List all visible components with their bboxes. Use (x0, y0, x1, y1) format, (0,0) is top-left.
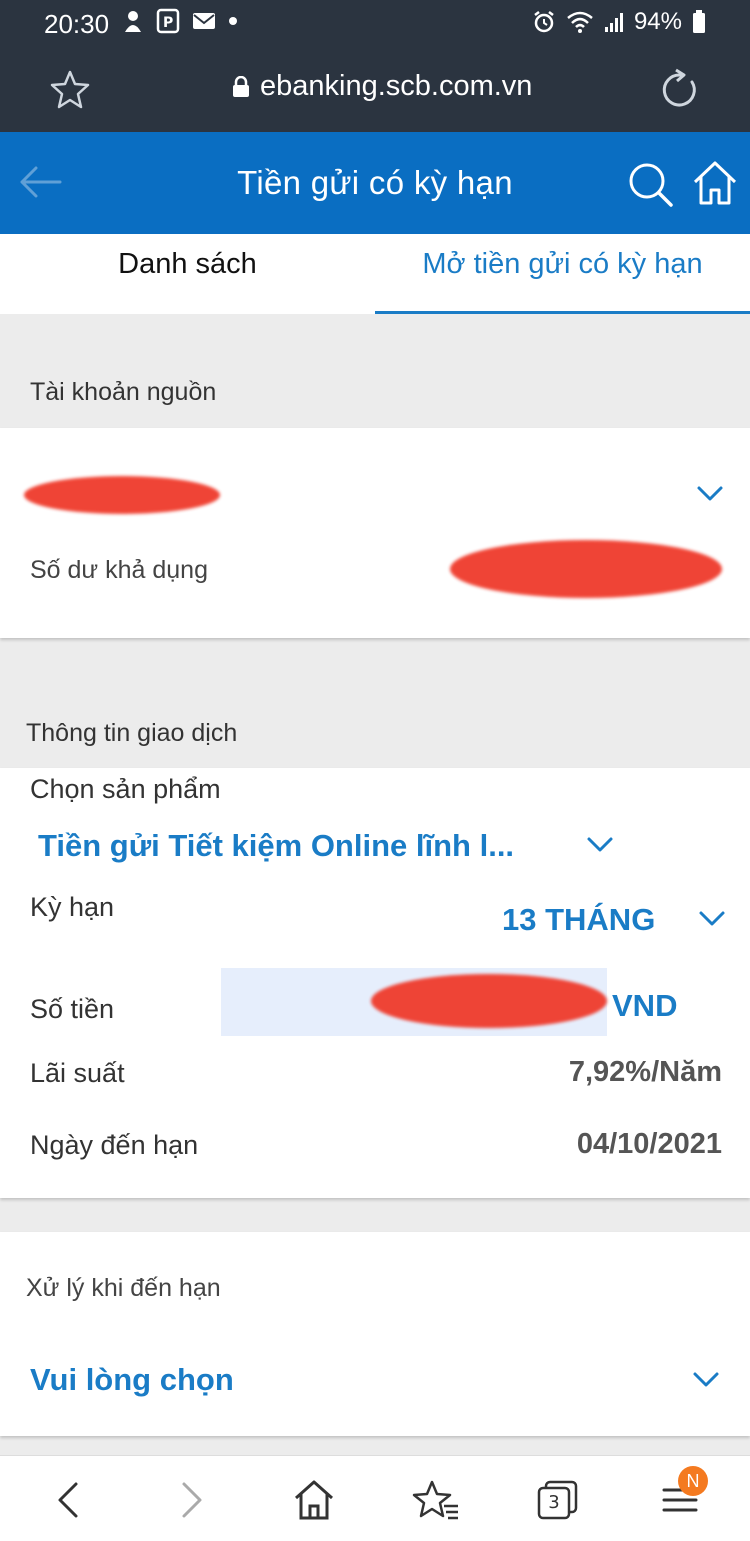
maturity-handling-select[interactable]: Vui lòng chọn (30, 1362, 234, 1398)
tab-list[interactable]: Danh sách (0, 234, 375, 314)
battery-icon (693, 10, 705, 33)
alarm-icon (534, 11, 554, 33)
svg-text:P: P (163, 15, 173, 31)
search-icon[interactable] (626, 160, 674, 208)
browser-bottom-nav: 3 N (0, 1455, 750, 1541)
back-icon[interactable] (46, 1476, 94, 1524)
currency-label: VND (612, 988, 678, 1023)
redacted-account-number (24, 476, 220, 514)
app-header: Tiền gửi có kỳ hạn (0, 132, 750, 234)
available-balance-label: Số dư khả dụng (30, 556, 208, 584)
dot-icon (229, 17, 237, 25)
chevron-down-icon[interactable] (692, 1370, 720, 1390)
browser-bar: ebanking.scb.com.vn (0, 48, 750, 132)
amount-input[interactable] (221, 968, 607, 1036)
status-time: 20:30 (44, 9, 110, 39)
interest-rate-label: Lãi suất (30, 1058, 125, 1088)
url-text: ebanking.scb.com.vn (260, 70, 533, 102)
battery-level: 94% (633, 8, 682, 35)
tab-count: 3 (548, 1492, 560, 1513)
tab-bar: Danh sách Mở tiền gửi có kỳ hạn (0, 234, 750, 314)
star-icon[interactable] (48, 68, 92, 112)
chevron-down-icon[interactable] (586, 835, 614, 855)
new-badge: N (678, 1466, 708, 1496)
home-icon[interactable] (690, 158, 740, 208)
product-label: Chọn sản phẩm (30, 774, 221, 804)
home-icon[interactable] (290, 1476, 338, 1524)
maturity-handling-label: Xử lý khi đến hạn (26, 1274, 221, 1302)
term-label: Kỳ hạn (30, 892, 115, 922)
bookmarks-icon[interactable] (412, 1476, 460, 1524)
transaction-info-label: Thông tin giao dịch (26, 719, 238, 747)
parking-icon: P (156, 8, 180, 34)
notification-icon (125, 11, 141, 32)
wifi-icon (567, 11, 593, 33)
redacted-balance (450, 540, 722, 598)
mail-icon (193, 13, 215, 29)
chevron-down-icon[interactable] (698, 909, 726, 929)
transaction-card: Chọn sản phẩm Tiền gửi Tiết kiệm Online … (0, 768, 750, 1198)
chevron-down-icon[interactable] (696, 484, 724, 504)
source-account-label: Tài khoản nguồn (30, 378, 217, 406)
source-account-card[interactable]: Số dư khả dụng (0, 428, 750, 638)
amount-label: Số tiền (30, 994, 115, 1024)
maturity-handling-card[interactable]: Xử lý khi đến hạn Vui lòng chọn (0, 1232, 750, 1436)
term-select[interactable]: 13 THÁNG (502, 902, 655, 938)
maturity-date-label: Ngày đến hạn (30, 1130, 199, 1160)
reload-icon[interactable] (658, 68, 702, 112)
lock-icon (233, 75, 249, 97)
url-bar[interactable]: ebanking.scb.com.vn (232, 70, 532, 103)
product-select[interactable]: Tiền gửi Tiết kiệm Online lĩnh l... (38, 828, 514, 864)
forward-icon[interactable] (166, 1476, 214, 1524)
tabs-button[interactable]: 3 (534, 1476, 582, 1524)
status-system: 94% (532, 8, 706, 36)
redacted-amount (371, 974, 607, 1028)
status-notifications: P (122, 8, 238, 34)
interest-rate-value: 7,92%/Năm (568, 1056, 722, 1088)
maturity-date-value: 04/10/2021 (576, 1128, 722, 1160)
tab-open-deposit[interactable]: Mở tiền gửi có kỳ hạn (375, 234, 750, 314)
status-bar: 20:30 P 94% (0, 0, 750, 48)
signal-icon (604, 13, 623, 32)
